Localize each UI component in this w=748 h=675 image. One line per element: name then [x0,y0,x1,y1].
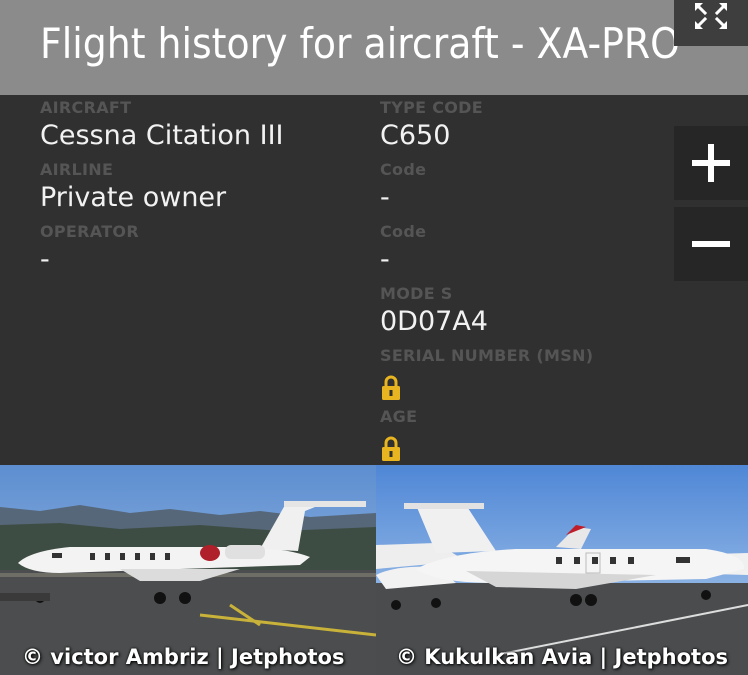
type-code-label: TYPE CODE [380,98,483,117]
aircraft-label: AIRCRAFT [40,98,132,117]
minus-icon [692,241,730,247]
operator-code-label: Code [380,222,427,241]
mode-s-value: 0D07A4 [380,306,488,337]
expand-arrows-icon [695,3,727,29]
age-label: AGE [380,407,418,426]
aircraft-photo-image [0,465,376,675]
lock-icon[interactable] [381,375,401,401]
expand-button[interactable] [674,0,748,46]
zoom-out-button[interactable] [674,207,748,281]
operator-code-value: - [380,244,390,275]
aircraft-photo-1[interactable]: © victor Ambriz | Jetphotos [0,465,376,675]
aircraft-photo-2[interactable]: © Kukulkan Avia | Jetphotos [376,465,748,675]
operator-value: - [40,244,50,275]
photo-credit: © victor Ambriz | Jetphotos [22,645,345,669]
aircraft-value: Cessna Citation III [40,120,284,151]
page-title: Flight history for aircraft - XA-PRO [40,19,680,68]
lock-icon[interactable] [381,436,401,462]
aircraft-photo-image [376,465,748,675]
airline-code-label: Code [380,160,427,179]
header-bar: Flight history for aircraft - XA-PRO [0,0,748,95]
plus-icon [692,144,730,182]
airline-code-value: - [380,182,390,213]
mode-s-label: MODE S [380,284,453,303]
zoom-in-button[interactable] [674,126,748,200]
operator-label: OPERATOR [40,222,139,241]
type-code-value: C650 [380,120,451,151]
serial-number-label: SERIAL NUMBER (MSN) [380,346,594,365]
airline-label: AIRLINE [40,160,114,179]
airline-value: Private owner [40,182,227,213]
photo-credit: © Kukulkan Avia | Jetphotos [396,645,729,669]
